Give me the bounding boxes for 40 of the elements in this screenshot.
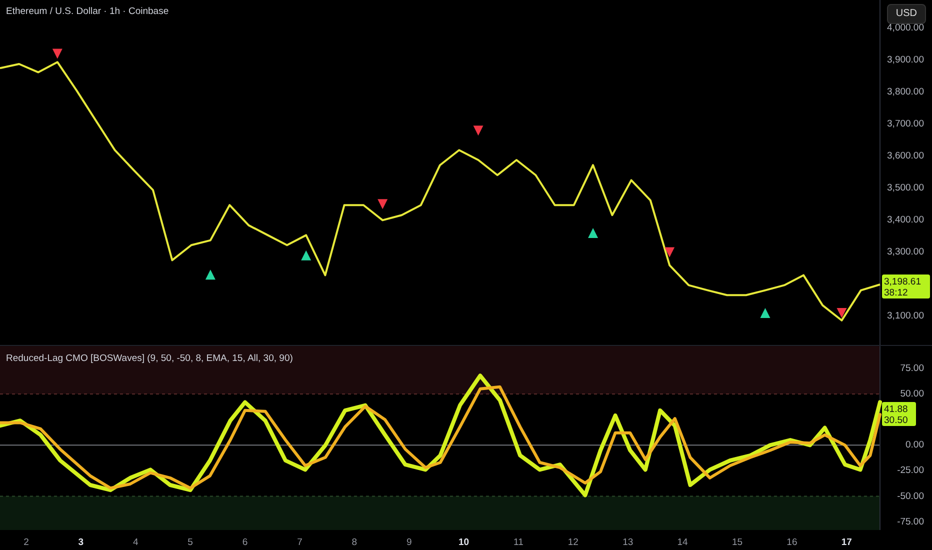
time-axis-label: 7 <box>297 537 302 548</box>
indicator-axis-label: -25.00 <box>897 465 924 476</box>
time-axis-label: 4 <box>133 537 138 548</box>
time-axis-label: 15 <box>732 537 743 548</box>
time-axis-label: 12 <box>568 537 578 548</box>
price-axis-label: 3,900.00 <box>887 54 924 66</box>
time-axis-label: 10 <box>458 537 470 548</box>
time-axis-label: 6 <box>242 537 248 548</box>
price-axis-label: 3,400.00 <box>887 214 924 226</box>
time-axis-label: 5 <box>188 537 193 548</box>
indicator-axis-label: 50.00 <box>900 388 924 400</box>
price-axis-label: 3,300.00 <box>887 246 924 258</box>
currency-button[interactable]: USD <box>886 4 926 24</box>
indicator-value: 41.88 <box>884 404 908 416</box>
indicator-axis-label: 0.00 <box>906 440 924 451</box>
last-price-text: 3,198.61 <box>884 276 921 288</box>
indicator-axis-label: -50.00 <box>897 490 924 502</box>
time-axis-label: 11 <box>514 537 524 548</box>
indicator-value: 30.50 <box>884 415 908 426</box>
price-axis-label: 3,800.00 <box>887 86 924 98</box>
price-axis-label: 3,100.00 <box>887 310 924 322</box>
time-axis-label: 2 <box>24 537 29 548</box>
time-axis-label: 16 <box>786 537 798 548</box>
indicator-axis-label: 75.00 <box>900 363 924 374</box>
indicator-title: Reduced-Lag CMO [BOSWaves] (9, 50, -50, 8, EMA, 15, All, 30, 90) <box>6 353 293 364</box>
price-axis-label: 3,600.00 <box>887 150 924 162</box>
time-axis-label: 14 <box>677 537 688 548</box>
price-axis-label: 4,000.00 <box>887 22 924 34</box>
value-tag-background <box>882 402 916 426</box>
time-axis-label: 13 <box>622 537 634 548</box>
indicator-axis-label: -75.00 <box>897 516 924 528</box>
price-axis-label: 3,500.00 <box>887 182 924 194</box>
price-axis-label: 3,700.00 <box>887 118 924 130</box>
price-tag-background <box>882 274 930 299</box>
time-axis-label: 9 <box>406 537 412 548</box>
time-axis-label: 17 <box>841 537 852 548</box>
chart-title: Ethereum / U.S. Dollar · 1h · Coinbase <box>6 6 169 17</box>
time-axis-label: 8 <box>352 537 358 548</box>
countdown-text: 38:12 <box>884 288 908 299</box>
time-axis-label: 3 <box>78 537 84 548</box>
